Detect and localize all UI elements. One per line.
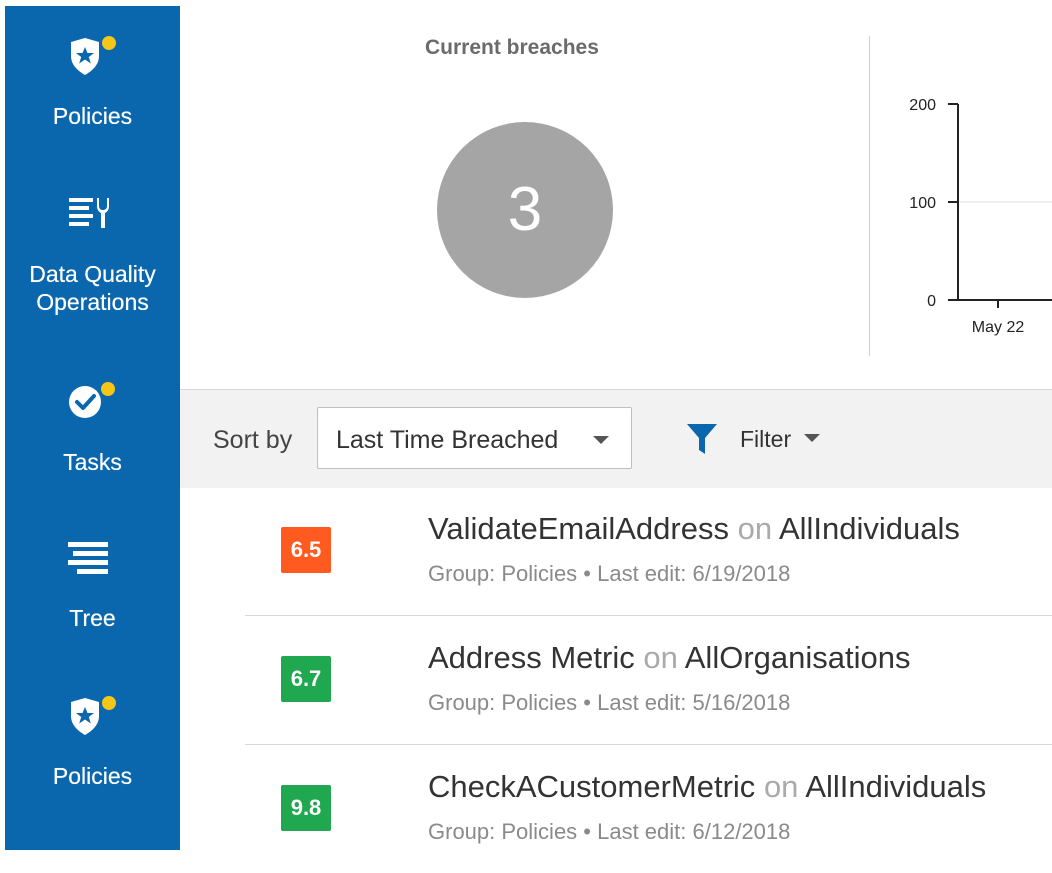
target-name: AllIndividuals <box>805 769 987 804</box>
sidebar-item-policies-2[interactable]: Policies <box>5 692 180 790</box>
shield-star-icon <box>63 692 123 742</box>
list-item-title[interactable]: Address Metric on AllOrganisations <box>428 640 910 676</box>
sidebar: Policies Data Quality Operations Tasks T… <box>5 6 180 850</box>
notification-dot <box>101 36 116 50</box>
score-badge: 6.5 <box>281 527 331 573</box>
list-item-meta: Group: Policies • Last edit: 6/19/2018 <box>428 561 791 586</box>
filter-button[interactable]: Filter <box>686 420 846 460</box>
metric-name: ValidateEmailAddress <box>428 511 729 546</box>
list-item-title[interactable]: ValidateEmailAddress on AllIndividuals <box>428 511 960 547</box>
sidebar-item-label: Tasks <box>63 449 122 475</box>
list-item[interactable]: 6.5 ValidateEmailAddress on AllIndividua… <box>245 487 1052 615</box>
filter-label: Filter <box>740 426 792 452</box>
current-breaches-title: Current breaches <box>425 36 599 59</box>
sidebar-item-label: Policies <box>52 103 133 129</box>
filter-icon <box>687 424 717 454</box>
x-tick-label: May 22 <box>972 319 1025 336</box>
on-word: on <box>737 511 773 546</box>
score-badge: 9.8 <box>281 785 331 831</box>
list-wrench-icon <box>63 192 123 242</box>
on-word: on <box>643 640 678 675</box>
notification-dot <box>101 696 116 710</box>
shield-star-icon <box>63 32 123 82</box>
sidebar-item-tree[interactable]: Tree <box>5 536 180 632</box>
sort-dropdown[interactable]: Last Time Breached <box>317 407 632 469</box>
list-item-meta: Group: Policies • Last edit: 6/12/2018 <box>428 819 791 844</box>
metric-name: CheckACustomerMetric <box>428 769 756 804</box>
y-tick-label: 200 <box>909 97 936 114</box>
target-name: AllIndividuals <box>778 511 960 546</box>
list-item-title[interactable]: CheckACustomerMetric on AllIndividuals <box>428 769 986 805</box>
sidebar-item-label-line-1: Data Quality <box>29 261 156 287</box>
tree-list-icon <box>63 536 123 586</box>
chevron-down-icon <box>593 436 609 444</box>
target-name: AllOrganisations <box>684 640 911 675</box>
chevron-down-icon <box>804 434 820 442</box>
metric-name: Address Metric <box>428 640 635 675</box>
y-tick-label: 100 <box>909 195 936 212</box>
on-word: on <box>763 769 799 804</box>
divider <box>869 36 870 356</box>
sort-label: Sort by <box>213 426 293 454</box>
notification-dot <box>100 382 115 396</box>
sidebar-item-label: Policies <box>52 763 133 789</box>
list-item[interactable]: 9.8 CheckACustomerMetric on AllIndividua… <box>245 744 1052 873</box>
y-tick-label: 0 <box>927 293 936 310</box>
breaches-count-badge[interactable]: 3 <box>437 122 613 298</box>
list-item[interactable]: 6.7 Address Metric on AllOrganisations G… <box>245 615 1052 744</box>
check-circle-icon <box>63 378 123 428</box>
sidebar-item-tasks[interactable]: Tasks <box>5 378 180 476</box>
sort-value: Last Time Breached <box>336 426 559 454</box>
score-badge: 6.7 <box>281 656 331 702</box>
sidebar-item-policies[interactable]: Policies <box>5 32 180 130</box>
sidebar-item-label-line-2: Operations <box>36 289 149 315</box>
sidebar-item-data-quality-operations[interactable]: Data Quality Operations <box>5 192 180 316</box>
metric-list: 6.5 ValidateEmailAddress on AllIndividua… <box>245 487 1052 873</box>
breaches-trend-chart: 200 100 0 May 22 <box>909 97 1052 336</box>
list-item-meta: Group: Policies • Last edit: 5/16/2018 <box>428 690 791 715</box>
sidebar-item-label: Tree <box>69 605 116 631</box>
list-toolbar: Sort by Last Time Breached Filter <box>180 389 1052 488</box>
